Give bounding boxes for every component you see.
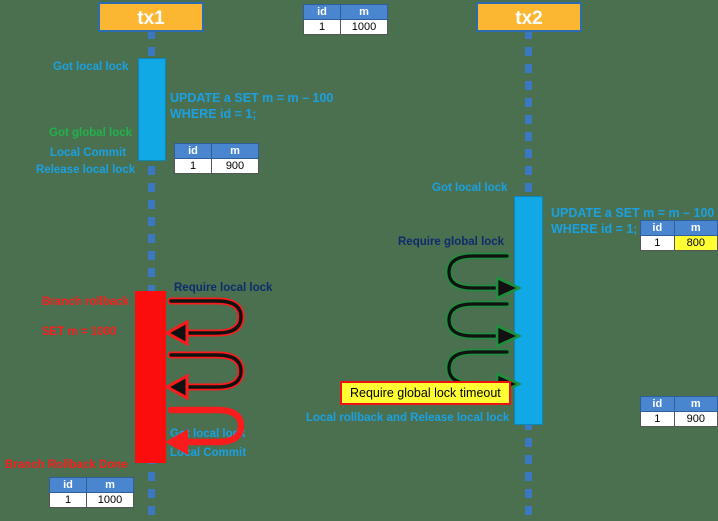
table-tx2-final: id m 1 900 (640, 396, 718, 427)
tx1-label-set-m: SET m = 1000 (42, 326, 117, 338)
table-header-row: id m (174, 143, 259, 159)
col-header-id: id (640, 220, 675, 236)
col-header-m: m (340, 4, 388, 20)
tx1-label-release-local-lock: Release local lock (36, 164, 136, 176)
table-row: 1 900 (174, 158, 259, 174)
cell-m: 1000 (86, 492, 134, 508)
tx1-rollback-bar[interactable] (135, 291, 166, 463)
tx2-timeout-callout: Require global lock timeout (340, 381, 511, 405)
tx1-label-got-local-lock: Got local lock (53, 61, 129, 73)
tx1-sql-statement: UPDATE a SET m = m – 100 WHERE id = 1; (170, 91, 334, 121)
tx2-label-got-local-lock: Got local lock (432, 182, 508, 194)
tx1-after-rollback-table: id m 1 1000 (49, 477, 134, 508)
tx1-header[interactable]: tx1 (98, 2, 204, 32)
table-tx1-after-rollback: id m 1 1000 (49, 477, 134, 508)
table-row: 1 800 (640, 235, 718, 251)
tx2-label-require-global-lock: Require global lock (398, 236, 505, 248)
tx1-activation-bar-first[interactable] (138, 58, 166, 161)
table-header-row: id m (640, 396, 718, 412)
tx2-after-update-table: id m 1 800 (640, 220, 718, 251)
tx1-retry-loop-arrows (165, 297, 245, 455)
table-header-row: id m (49, 477, 134, 493)
cell-id: 1 (174, 158, 212, 174)
tx1-after-update-table: id m 1 900 (174, 143, 259, 174)
tx1-label-got-global-lock: Got global lock (49, 127, 133, 139)
sequence-diagram-canvas: tx1 Got local lock UPDATE a SET m = m – … (0, 0, 718, 521)
table-header-row: id m (303, 4, 388, 20)
tx1-label-local-commit-2: Local Commit (170, 447, 247, 459)
tx1-label-got-local-lock-2: Got local lock (170, 428, 246, 440)
tx1-label-branch-rollback: Branch rollback (42, 296, 129, 308)
cell-m-highlighted: 800 (673, 235, 718, 251)
initial-state-table: id m 1 1000 (303, 4, 388, 35)
col-header-m: m (673, 396, 718, 412)
cell-id: 1 (303, 19, 341, 35)
tx1-label-require-local-lock: Require local lock (174, 282, 273, 294)
tx2-activation-bar[interactable] (514, 196, 543, 425)
tx2-label-local-rollback: Local rollback and Release local lock (306, 412, 510, 424)
col-header-id: id (174, 143, 212, 159)
table-row: 1 1000 (49, 492, 134, 508)
cell-m: 1000 (340, 19, 388, 35)
tx2-final-table: id m 1 900 (640, 396, 718, 427)
table-header-row: id m (640, 220, 718, 236)
col-header-m: m (211, 143, 259, 159)
col-header-m: m (673, 220, 718, 236)
cell-id: 1 (49, 492, 87, 508)
table-row: 1 900 (640, 411, 718, 427)
col-header-id: id (49, 477, 87, 493)
cell-id: 1 (640, 411, 675, 427)
cell-id: 1 (640, 235, 675, 251)
table-tx1-after-update: id m 1 900 (174, 143, 259, 174)
tx1-label-branch-rollback-done: Branch Rollback Done (5, 459, 128, 471)
table-tx2-after-update: id m 1 800 (640, 220, 718, 251)
cell-m: 900 (211, 158, 259, 174)
table-initial-state: id m 1 1000 (303, 4, 388, 35)
tx2-header[interactable]: tx2 (476, 2, 582, 32)
cell-m: 900 (673, 411, 718, 427)
table-row: 1 1000 (303, 19, 388, 35)
col-header-m: m (86, 477, 134, 493)
col-header-id: id (640, 396, 675, 412)
tx1-label-local-commit: Local Commit (50, 147, 127, 159)
col-header-id: id (303, 4, 341, 20)
